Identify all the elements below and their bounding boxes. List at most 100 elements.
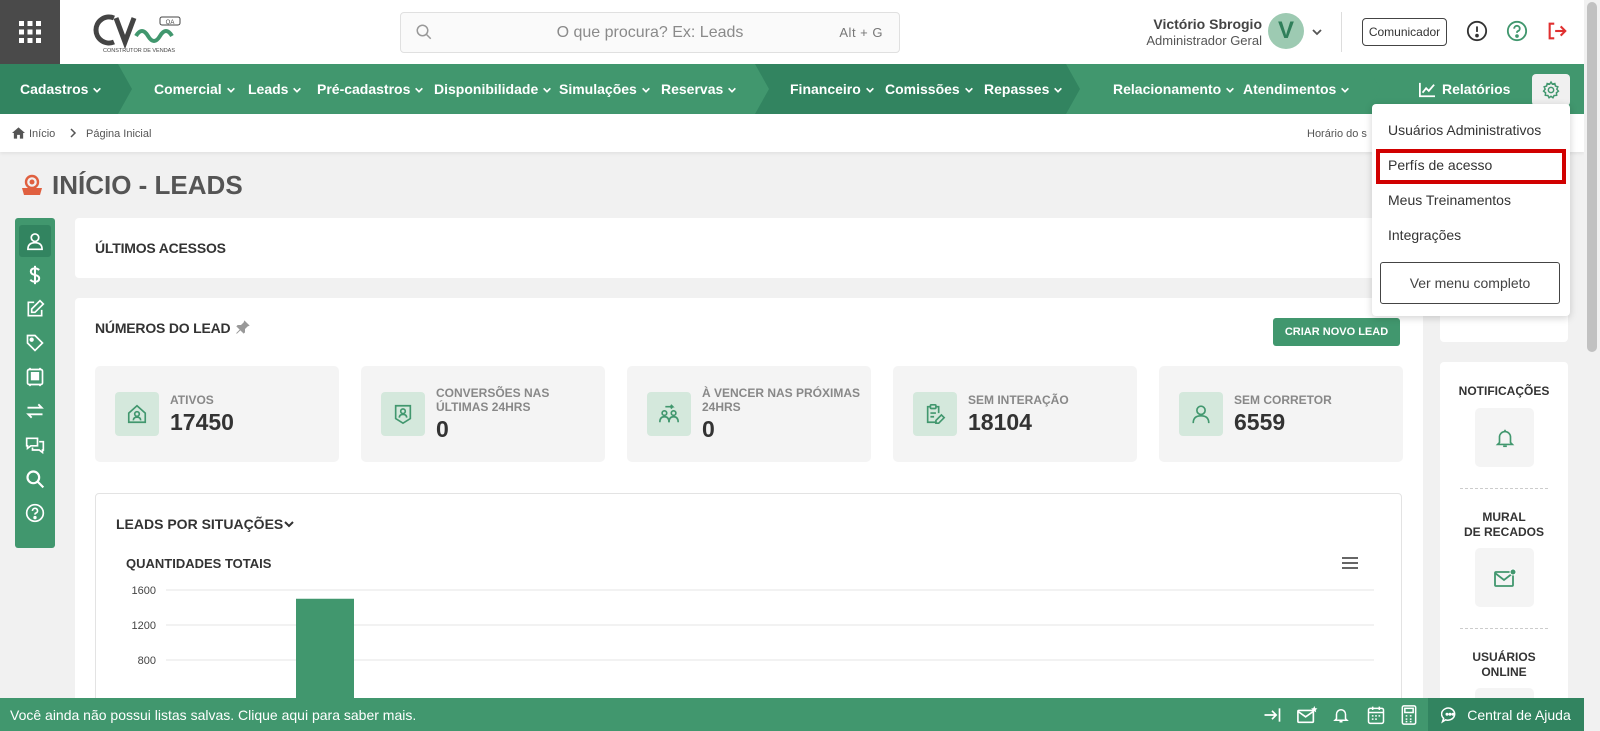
server-time-label: Horário do s [1307, 128, 1367, 140]
full-menu-button[interactable]: Ver menu completo [1380, 262, 1560, 304]
menu-icon[interactable] [1342, 557, 1358, 569]
chevron-down-icon[interactable] [1311, 26, 1323, 38]
last-access-card: ÚLTIMOS ACESSOS [75, 218, 1423, 278]
info-icon[interactable] [1466, 20, 1488, 42]
nav-cadastros[interactable]: Cadastros [20, 81, 102, 97]
chevron-down-icon [415, 88, 424, 94]
calendar-icon[interactable] [1366, 705, 1386, 725]
chevron-down-icon [293, 88, 302, 94]
top-bar: QA CONSTRUTOR DE VENDAS Alt + G Victório… [0, 0, 1600, 64]
stat-value: 0 [436, 416, 449, 442]
leads-situacoes-title[interactable]: LEADS POR SITUAÇÕES [116, 516, 283, 532]
nav-simulacoes[interactable]: Simulações [559, 81, 651, 97]
user-icon [1179, 392, 1223, 436]
notifications-button[interactable] [1475, 408, 1534, 467]
gear-icon [1542, 80, 1560, 99]
search-icon[interactable] [25, 469, 45, 489]
stat-sem-interacao[interactable]: SEM INTERAÇÃO 18104 [893, 366, 1137, 462]
chevron-down-icon [226, 88, 235, 94]
nav-financeiro[interactable]: Financeiro [790, 81, 875, 97]
stat-value: 17450 [170, 409, 234, 435]
help-icon[interactable] [25, 503, 45, 523]
stat-ativos[interactable]: ATIVOS 17450 [95, 366, 339, 462]
y-tick-label: 1600 [132, 585, 156, 597]
chart-title: QUANTIDADES TOTAIS [126, 556, 272, 571]
chevron-down-icon [543, 88, 552, 94]
apps-grid-button[interactable] [0, 0, 60, 64]
chevron-down-icon [728, 88, 737, 94]
chevron-down-icon [865, 88, 874, 94]
nav-relacionamento[interactable]: Relacionamento [1113, 81, 1235, 97]
menu-item-perfis-de-acesso[interactable]: Perfís de acesso [1388, 157, 1492, 173]
edit-icon[interactable] [25, 299, 45, 319]
stat-sem-corretor[interactable]: SEM CORRETOR 6559 [1159, 366, 1403, 462]
y-tick-label: 1200 [132, 620, 156, 632]
saved-lists-message[interactable]: Você ainda não possui listas salvas. Cli… [10, 707, 416, 723]
mail-star-icon[interactable] [1296, 705, 1318, 725]
chart-bar[interactable] [296, 598, 354, 703]
user-info[interactable]: Victório Sbrogio Administrador Geral [1146, 16, 1262, 48]
mural-button[interactable] [1475, 548, 1534, 607]
chat-bubble-icon [1441, 706, 1456, 723]
nav-repasses[interactable]: Repasses [984, 81, 1063, 97]
logo[interactable]: QA CONSTRUTOR DE VENDAS [92, 12, 187, 54]
nav-comissoes[interactable]: Comissões [885, 81, 974, 97]
global-search[interactable]: Alt + G [400, 12, 900, 53]
stat-label: SEM CORRETOR [1234, 393, 1332, 407]
nav-leads[interactable]: Leads [248, 81, 302, 97]
help-icon[interactable] [1506, 20, 1528, 42]
pin-icon[interactable] [235, 319, 251, 335]
comunicador-button[interactable]: Comunicador [1362, 18, 1447, 46]
scrollbar-thumb[interactable] [1587, 2, 1597, 352]
menu-item-integracoes[interactable]: Integrações [1388, 227, 1461, 243]
search-input[interactable] [401, 13, 899, 52]
breadcrumb-home[interactable]: Início [29, 128, 55, 140]
menu-item-usuarios-administrativos[interactable]: Usuários Administrativos [1388, 122, 1541, 138]
avatar[interactable]: V [1268, 13, 1304, 49]
house-user-icon [115, 392, 159, 436]
chat-icon[interactable] [25, 435, 45, 455]
stat-conversoes[interactable]: CONVERSÕES NAS ÚLTIMAS 24hrs 0 [361, 366, 605, 462]
stat-value: 0 [702, 416, 715, 442]
swap-icon[interactable] [25, 401, 45, 421]
mural-label: MURAL DE RECADOS [1463, 510, 1544, 539]
chevron-down-icon [1341, 88, 1350, 94]
stat-label: CONVERSÕES NAS ÚLTIMAS 24hrs [436, 386, 550, 414]
chevron-down-icon [964, 88, 973, 94]
logo-mark: QA CONSTRUTOR DE VENDAS [93, 14, 181, 54]
menu-item-meus-treinamentos[interactable]: Meus Treinamentos [1388, 192, 1511, 208]
help-center-button[interactable]: Central de Ajuda [1428, 698, 1584, 731]
nav-relatorios[interactable]: Relatórios [1418, 81, 1510, 98]
nav-pre-cadastros[interactable]: Pré-cadastros [317, 81, 424, 97]
tag-icon[interactable] [25, 333, 45, 353]
clipboard-edit-icon [913, 392, 957, 436]
user-icon[interactable] [25, 231, 45, 251]
page-scrollbar[interactable] [1584, 0, 1600, 731]
nav-reservas[interactable]: Reservas [661, 81, 737, 97]
settings-button[interactable] [1532, 74, 1570, 106]
chevron-down-icon [1054, 88, 1063, 94]
home-icon[interactable] [12, 127, 25, 139]
bell-icon[interactable] [1332, 705, 1350, 725]
divider [1460, 488, 1548, 489]
online-users-label: USUÁRIOS ONLINE [1472, 650, 1536, 679]
search-icon [416, 24, 432, 40]
calculator-icon[interactable] [1400, 705, 1418, 725]
y-tick-label: 800 [138, 655, 156, 667]
nav-disponibilidade[interactable]: Disponibilidade [434, 81, 552, 97]
chevron-down-icon [93, 88, 102, 94]
stat-a-vencer[interactable]: À VENCER NAS PRÓXIMAS 24hrs 0 [627, 366, 871, 462]
page-title: INÍCIO - LEADS [52, 170, 243, 200]
arrow-to-right-icon[interactable] [1262, 705, 1282, 725]
cart-icon[interactable] [25, 367, 45, 387]
chevron-down-icon[interactable] [282, 518, 296, 530]
divider [1341, 12, 1342, 52]
nav-comercial[interactable]: Comercial [154, 81, 236, 97]
last-access-title: ÚLTIMOS ACESSOS [95, 240, 226, 256]
logout-icon[interactable] [1546, 20, 1568, 42]
nav-atendimentos[interactable]: Atendimentos [1243, 81, 1350, 97]
chevron-down-icon [641, 88, 650, 94]
create-lead-button[interactable]: CRIAR NOVO LEAD [1273, 318, 1400, 346]
dollar-icon[interactable] [25, 265, 45, 285]
divider [1460, 628, 1548, 629]
